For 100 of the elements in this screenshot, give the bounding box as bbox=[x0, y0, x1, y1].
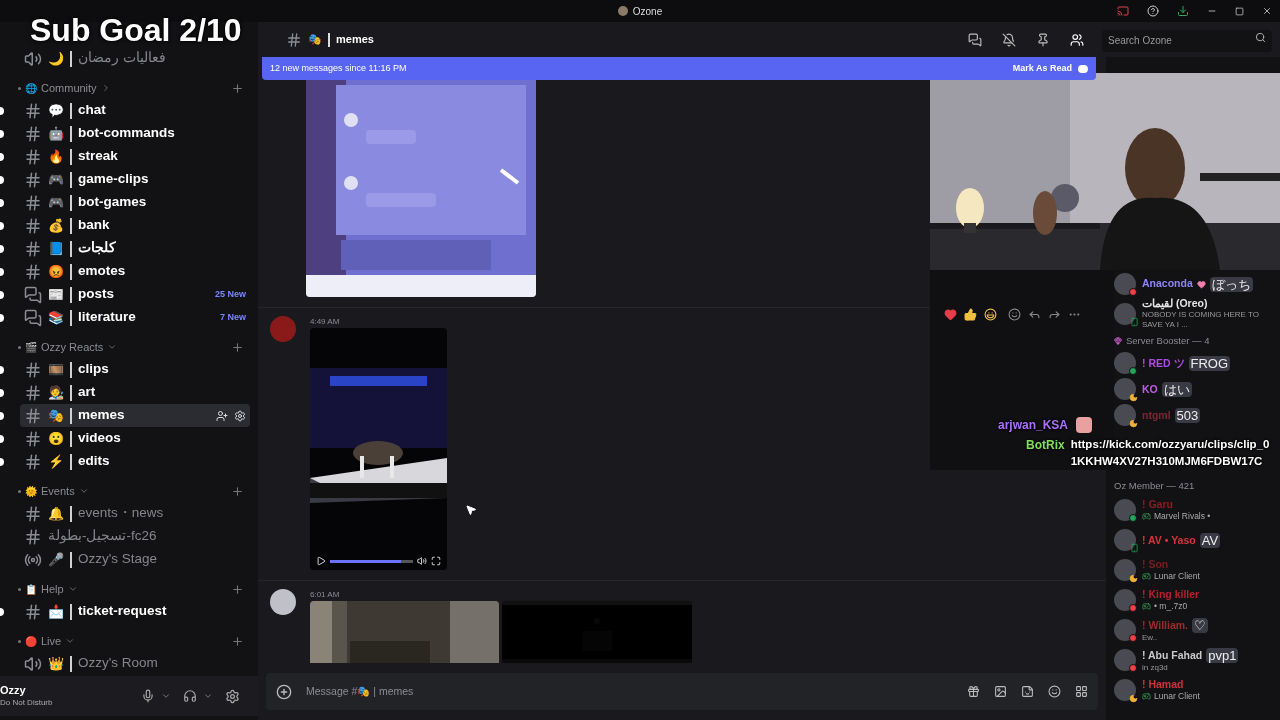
sticker-icon[interactable] bbox=[1021, 685, 1034, 698]
category-name[interactable]: Ozzy Reacts bbox=[41, 338, 104, 356]
members-icon[interactable] bbox=[1070, 32, 1084, 47]
add-channel-icon[interactable] bbox=[231, 340, 244, 354]
new-messages-text: 12 new messages since 11:16 PM bbox=[270, 61, 407, 75]
laughing-icon[interactable] bbox=[984, 307, 997, 321]
add-channel-icon[interactable] bbox=[231, 81, 244, 95]
channel-item[interactable]: 🔥 streak bbox=[20, 145, 250, 168]
channel-name: memes bbox=[78, 406, 125, 425]
channel-item[interactable]: 🎭 memes bbox=[20, 404, 250, 427]
volume-icon[interactable] bbox=[417, 556, 427, 566]
member-item[interactable]: ! RED ツ FROG bbox=[1114, 350, 1280, 377]
heart-icon[interactable] bbox=[944, 307, 957, 321]
hash-icon bbox=[24, 170, 42, 189]
hash-icon bbox=[24, 452, 42, 471]
add-channel-icon[interactable] bbox=[231, 582, 244, 596]
category-name[interactable]: Help bbox=[41, 580, 64, 598]
forum-icon bbox=[24, 285, 42, 304]
member-item[interactable]: ntgml 503 bbox=[1114, 402, 1280, 429]
member-item[interactable]: ! Son Lunar Client bbox=[1114, 555, 1280, 586]
channel-item[interactable]: 🎤 Ozzy's Stage bbox=[20, 548, 250, 571]
channel-item[interactable]: تسجيل-بطولة-fc26 bbox=[20, 525, 250, 548]
new-messages-bar[interactable]: 12 new messages since 11:16 PM Mark As Read bbox=[262, 57, 1096, 80]
add-attachment-icon[interactable] bbox=[276, 683, 292, 700]
channel-item[interactable]: 🎮 game-clips bbox=[20, 168, 250, 191]
channel-item[interactable]: 🎮 bot-games bbox=[20, 191, 250, 214]
channel-name: فعاليات رمضان bbox=[78, 49, 166, 68]
member-item[interactable]: ! AV • Yaso AV bbox=[1114, 525, 1280, 556]
add-reaction-icon[interactable] bbox=[1008, 307, 1021, 321]
speaker-icon bbox=[24, 49, 42, 68]
gift-icon[interactable] bbox=[967, 685, 980, 698]
member-item[interactable]: ! William. ♡ Ew.. bbox=[1114, 615, 1280, 646]
help-icon[interactable] bbox=[1147, 5, 1159, 17]
member-item[interactable]: Anaconda ぼっち bbox=[1114, 271, 1280, 297]
mark-as-read-link[interactable]: Mark As Read bbox=[1012, 61, 1072, 76]
bell-off-icon[interactable] bbox=[1002, 32, 1016, 47]
channel-name: posts bbox=[78, 285, 114, 304]
new-count-label: 25 New bbox=[214, 287, 246, 301]
member-item[interactable]: ! Abu Fahad pvp1 in zq3d bbox=[1114, 645, 1280, 676]
channel-item[interactable]: 🧑‍🎨 art bbox=[20, 381, 250, 404]
apps-icon[interactable] bbox=[1075, 685, 1088, 698]
channel-emoji: 💬 bbox=[48, 104, 64, 117]
channel-item[interactable]: 👑 Ozzy's Room bbox=[20, 652, 250, 675]
maximize-icon[interactable] bbox=[1235, 6, 1244, 16]
member-activity: • m_.7z0 bbox=[1154, 601, 1188, 612]
member-item[interactable]: ! King killer • m_.7z0 bbox=[1114, 585, 1280, 616]
message-input[interactable]: Message #🎭 | memes bbox=[306, 683, 953, 700]
add-member-icon[interactable] bbox=[216, 409, 228, 422]
user-status: Do Not Disturb bbox=[0, 697, 53, 708]
channel-item[interactable]: 🤖 bot-commands bbox=[20, 122, 250, 145]
member-tag: AV bbox=[1199, 532, 1221, 548]
pin-icon[interactable] bbox=[1036, 32, 1050, 47]
user-name: Ozzy bbox=[0, 684, 27, 698]
member-item[interactable]: ! Garu Marvel Rivals • bbox=[1114, 495, 1280, 526]
emoji-icon[interactable] bbox=[1048, 685, 1061, 698]
fullscreen-icon[interactable] bbox=[431, 556, 441, 566]
threads-icon[interactable] bbox=[968, 32, 982, 47]
hash-icon bbox=[24, 216, 42, 235]
member-avatar bbox=[1114, 273, 1136, 295]
thumbs-up-icon[interactable] bbox=[964, 307, 977, 321]
channel-name: clips bbox=[78, 360, 109, 379]
channel-item[interactable]: 📩 ticket-request bbox=[20, 600, 250, 623]
channel-item[interactable]: 🌙 فعاليات رمضان bbox=[20, 47, 250, 70]
settings-icon[interactable] bbox=[225, 688, 240, 704]
microphone-icon[interactable] bbox=[141, 689, 155, 703]
search-field[interactable]: Search Ozone bbox=[1102, 29, 1272, 52]
message-composer[interactable]: Message #🎭 | memes bbox=[266, 673, 1098, 710]
hash-icon bbox=[24, 101, 42, 120]
channel-item[interactable]: 😮 videos bbox=[20, 427, 250, 450]
member-item[interactable]: KO はい bbox=[1114, 376, 1280, 403]
channel-item[interactable]: 💬 chat bbox=[20, 99, 250, 122]
hash-icon bbox=[24, 383, 42, 402]
category-name[interactable]: Live bbox=[41, 632, 62, 650]
channel-item[interactable]: ⚡ edits bbox=[20, 450, 250, 473]
channel-name: videos bbox=[78, 429, 121, 448]
add-channel-icon[interactable] bbox=[231, 634, 244, 648]
member-avatar bbox=[1114, 649, 1136, 672]
channel-item[interactable]: 🎞 clips bbox=[20, 358, 250, 381]
add-channel-icon[interactable] bbox=[231, 484, 244, 498]
category-name[interactable]: Events bbox=[41, 482, 75, 500]
download-icon[interactable] bbox=[1177, 5, 1189, 17]
headphones-icon[interactable] bbox=[183, 689, 197, 703]
channel-item[interactable]: 📚 literature 7 New bbox=[20, 306, 250, 329]
channel-item[interactable]: 😡 emotes bbox=[20, 260, 250, 283]
channel-item[interactable]: 📘 كلجات bbox=[20, 237, 250, 260]
chevron-down-icon[interactable] bbox=[161, 691, 171, 701]
channel-item[interactable]: 🔔 events・news bbox=[20, 502, 250, 525]
close-icon[interactable] bbox=[1262, 6, 1272, 16]
channel-item[interactable]: 💰 bank bbox=[20, 214, 250, 237]
category-name[interactable]: Community bbox=[41, 79, 97, 97]
hash-icon bbox=[24, 239, 42, 258]
channel-item[interactable]: 📰 posts 25 New bbox=[20, 283, 250, 306]
member-name: ! Son bbox=[1142, 558, 1169, 572]
member-avatar bbox=[1114, 352, 1136, 375]
channel-name: literature bbox=[78, 308, 136, 327]
play-icon[interactable] bbox=[316, 556, 326, 566]
member-item[interactable]: ! Hamad Lunar Client bbox=[1114, 675, 1280, 706]
role-header: Oz Member — 421 bbox=[1114, 479, 1195, 493]
chevron-down-icon[interactable] bbox=[203, 691, 213, 701]
screen-share-icon[interactable] bbox=[1117, 5, 1129, 17]
